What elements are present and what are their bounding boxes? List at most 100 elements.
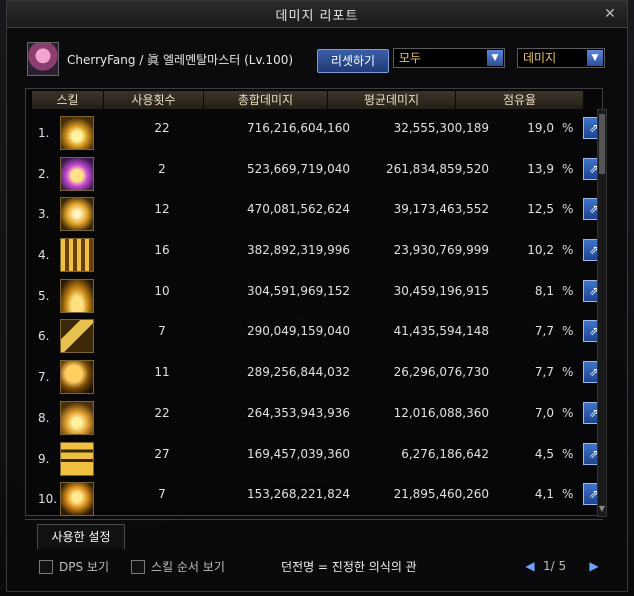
row-uses: 7 [158, 487, 166, 502]
page-indicator: 1/ 5 [543, 559, 567, 573]
skill-icon[interactable] [60, 319, 94, 354]
chevron-down-icon[interactable]: ▼ [587, 50, 603, 66]
table-row: 9. 27 169,457,039,360 6,276,186,642 4,5 … [32, 439, 605, 480]
character-avatar [27, 42, 59, 76]
row-share: 4,1 [534, 487, 554, 502]
row-percent-sign: % [562, 283, 574, 298]
header-share[interactable]: 점유율 [456, 91, 584, 109]
header-average-damage[interactable]: 평균데미지 [328, 91, 456, 109]
row-percent-sign: % [562, 324, 574, 339]
table-scrollbar[interactable] [597, 109, 607, 517]
skill-icon[interactable] [60, 441, 94, 476]
damage-report-window: 데미지 리포트 ✕ CherryFang / 眞 엘레멘탈마스터 (Lv.100… [6, 0, 628, 592]
skill-icon[interactable] [60, 482, 94, 517]
table-row: 2. 2 523,669,719,040 261,834,859,520 13,… [32, 154, 605, 195]
row-uses: 7 [158, 324, 166, 339]
row-total-damage: 169,457,039,360 [246, 446, 350, 461]
dungeon-name: 던전명 = 진정한 의식의 관 [281, 560, 417, 574]
row-rank: 9. [38, 451, 50, 466]
row-percent-sign: % [562, 365, 574, 380]
row-uses: 10 [154, 283, 170, 298]
row-share: 8,1 [534, 283, 554, 298]
window-title: 데미지 리포트 [275, 8, 359, 24]
row-total-damage: 153,268,221,824 [246, 487, 350, 502]
row-share: 13,9 [527, 161, 554, 176]
reset-button[interactable]: 리셋하기 [317, 49, 389, 73]
row-rank: 1. [38, 126, 50, 140]
dps-checkbox[interactable] [39, 560, 53, 574]
row-uses: 22 [154, 405, 170, 420]
row-share: 7,0 [534, 405, 554, 420]
table-rows: 1. 22 716,216,604,160 32,555,300,189 19,… [32, 113, 605, 520]
skill-icon[interactable] [60, 400, 94, 435]
tab-bar: 사용한 설정 [25, 519, 603, 550]
table-row: 5. 10 304,591,969,152 30,459,196,915 8,1… [32, 276, 605, 317]
row-share: 12,5 [527, 202, 554, 217]
character-row: CherryFang / 眞 엘레멘탈마스터 (Lv.100) 리셋하기 모두 … [27, 39, 607, 79]
filter-select[interactable]: 모두 ▼ [393, 48, 505, 68]
skill-order-checkbox-label: 스킬 순서 보기 [151, 560, 225, 574]
row-total-damage: 716,216,604,160 [246, 121, 350, 135]
row-average-damage: 6,276,186,642 [401, 446, 489, 461]
row-uses: 27 [154, 446, 170, 461]
row-rank: 8. [38, 410, 50, 425]
row-percent-sign: % [562, 405, 574, 420]
row-average-damage: 12,016,088,360 [393, 405, 489, 420]
skill-icon[interactable] [60, 116, 94, 150]
row-total-damage: 523,669,719,040 [246, 161, 350, 176]
character-info: CherryFang / 眞 엘레멘탈마스터 (Lv.100) [67, 52, 294, 67]
table-row: 10. 7 153,268,221,824 21,895,460,260 4,1… [32, 479, 605, 520]
table-row: 1. 22 716,216,604,160 32,555,300,189 19,… [32, 113, 605, 154]
footer-bar: DPS 보기 스킬 순서 보기 던전명 = 진정한 의식의 관 ◀ 1/ 5 ▶ [25, 557, 615, 579]
row-average-damage: 26,296,076,730 [393, 365, 489, 380]
row-share: 10,2 [527, 243, 554, 258]
header-total-damage[interactable]: 총합데미지 [204, 91, 328, 109]
row-rank: 4. [38, 248, 50, 263]
window-titlebar[interactable]: 데미지 리포트 ✕ [7, 1, 627, 28]
row-percent-sign: % [562, 487, 574, 502]
row-share: 7,7 [534, 365, 554, 380]
row-average-damage: 32,555,300,189 [393, 121, 489, 135]
scroll-down-icon[interactable]: ▼ [597, 504, 607, 514]
close-icon[interactable]: ✕ [601, 5, 619, 23]
row-uses: 2 [158, 161, 166, 176]
skill-order-checkbox[interactable] [131, 560, 145, 574]
skill-icon[interactable] [60, 238, 94, 273]
row-rank: 6. [38, 329, 50, 344]
row-uses: 16 [154, 243, 170, 258]
row-uses: 22 [154, 121, 170, 135]
row-percent-sign: % [562, 202, 574, 217]
tab-used-settings[interactable]: 사용한 설정 [37, 524, 125, 549]
sort-select-value: 데미지 [523, 51, 557, 65]
next-page-icon[interactable]: ▶ [587, 559, 601, 575]
row-average-damage: 30,459,196,915 [393, 283, 489, 298]
row-total-damage: 470,081,562,624 [246, 202, 350, 217]
filter-select-value: 모두 [399, 51, 422, 65]
row-average-damage: 23,930,769,999 [393, 243, 489, 258]
table-row: 8. 22 264,353,943,936 12,016,088,360 7,0… [32, 398, 605, 439]
header-skill[interactable]: 스킬 [32, 91, 104, 109]
sort-select[interactable]: 데미지 ▼ [517, 48, 605, 68]
damage-table: 스킬 사용횟수 총합데미지 평균데미지 점유율 1. 22 716,216,60… [25, 88, 605, 517]
row-rank: 7. [38, 370, 50, 385]
row-average-damage: 41,435,594,148 [393, 324, 489, 339]
header-uses[interactable]: 사용횟수 [104, 91, 204, 109]
row-percent-sign: % [562, 161, 574, 176]
skill-icon[interactable] [60, 278, 94, 313]
table-row: 6. 7 290,049,159,040 41,435,594,148 7,7 … [32, 316, 605, 357]
row-rank: 5. [38, 288, 50, 303]
scrollbar-thumb[interactable] [599, 114, 605, 174]
prev-page-icon[interactable]: ◀ [523, 559, 537, 575]
row-rank: 2. [38, 166, 50, 181]
skill-icon[interactable] [60, 156, 94, 191]
row-average-damage: 39,173,463,552 [393, 202, 489, 217]
chevron-down-icon[interactable]: ▼ [487, 50, 503, 66]
table-row: 4. 16 382,892,319,996 23,930,769,999 10,… [32, 235, 605, 276]
skill-icon[interactable] [60, 197, 94, 232]
row-total-damage: 289,256,844,032 [246, 365, 350, 380]
row-percent-sign: % [562, 121, 574, 135]
table-row: 3. 12 470,081,562,624 39,173,463,552 12,… [32, 194, 605, 235]
dps-checkbox-label: DPS 보기 [59, 560, 109, 574]
skill-icon[interactable] [60, 360, 94, 395]
row-share: 19,0 [527, 121, 554, 135]
